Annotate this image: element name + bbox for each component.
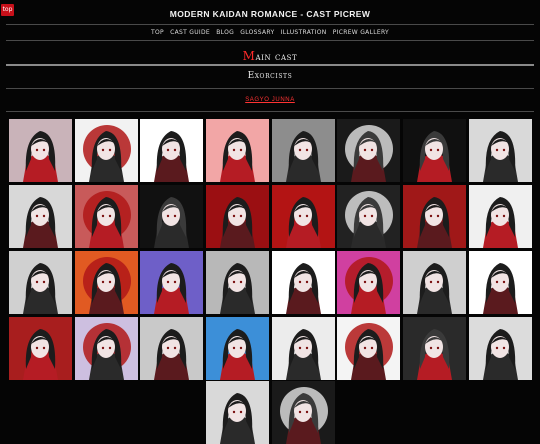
picrew-thumbnail[interactable] <box>337 119 401 182</box>
main-cast-rest: ain cast <box>255 52 298 63</box>
picrew-thumbnail[interactable] <box>9 185 72 248</box>
sagyo-junna-link[interactable]: SAGYO JUNNA <box>0 97 540 103</box>
picrew-thumbnail[interactable] <box>272 381 335 444</box>
divider <box>6 64 534 66</box>
picrew-thumbnail[interactable] <box>271 317 335 380</box>
nav-blog[interactable]: BLOG <box>216 29 234 36</box>
picrew-thumbnail[interactable] <box>403 251 467 314</box>
picrew-thumbnail[interactable] <box>74 185 138 248</box>
top-navigation: TOP CAST GUIDE BLOG GLOSSARY ILLUSTRATIO… <box>0 29 540 36</box>
picrew-thumbnail[interactable] <box>337 185 401 248</box>
picrew-thumbnail[interactable] <box>74 317 138 380</box>
nav-illustration[interactable]: ILLUSTRATION <box>281 29 327 36</box>
picrew-thumbnail[interactable] <box>140 185 204 248</box>
picrew-thumbnail[interactable] <box>206 185 270 248</box>
picrew-thumbnail[interactable] <box>468 119 532 182</box>
divider <box>6 111 534 112</box>
site-title: MODERN KAIDAN ROMANCE - CAST PICREW <box>169 9 371 19</box>
picrew-thumbnail[interactable] <box>140 119 204 182</box>
picrew-thumbnail[interactable] <box>337 251 401 314</box>
picrew-gallery-grid <box>9 119 532 380</box>
exorcists-heading: Exorcists <box>247 71 293 81</box>
picrew-thumbnail[interactable] <box>403 317 467 380</box>
picrew-thumbnail[interactable] <box>403 185 467 248</box>
picrew-thumbnail[interactable] <box>74 251 138 314</box>
picrew-gallery-last-row <box>206 381 335 444</box>
picrew-thumbnail[interactable] <box>468 251 532 314</box>
picrew-thumbnail[interactable] <box>206 251 270 314</box>
main-cast-heading: Main cast <box>0 49 540 63</box>
nav-cast-guide[interactable]: CAST GUIDE <box>170 29 210 36</box>
divider <box>6 24 534 25</box>
picrew-thumbnail[interactable] <box>74 119 138 182</box>
picrew-thumbnail[interactable] <box>9 317 72 380</box>
divider <box>6 40 534 41</box>
picrew-thumbnail[interactable] <box>271 251 335 314</box>
picrew-thumbnail[interactable] <box>206 381 269 444</box>
picrew-thumbnail[interactable] <box>140 251 204 314</box>
picrew-thumbnail[interactable] <box>271 119 335 182</box>
picrew-thumbnail[interactable] <box>468 317 532 380</box>
picrew-thumbnail[interactable] <box>468 185 532 248</box>
divider <box>6 88 534 89</box>
picrew-thumbnail[interactable] <box>403 119 467 182</box>
picrew-thumbnail[interactable] <box>206 317 270 380</box>
picrew-thumbnail[interactable] <box>140 317 204 380</box>
main-cast-initial: M <box>242 49 256 63</box>
nav-glossary[interactable]: GLOSSARY <box>240 29 274 36</box>
picrew-thumbnail[interactable] <box>206 119 270 182</box>
nav-top[interactable]: TOP <box>151 29 164 36</box>
picrew-thumbnail[interactable] <box>337 317 401 380</box>
nav-picrew-gallery[interactable]: PICREW GALLERY <box>333 29 389 36</box>
picrew-thumbnail[interactable] <box>271 185 335 248</box>
picrew-thumbnail[interactable] <box>9 251 72 314</box>
picrew-thumbnail[interactable] <box>9 119 72 182</box>
